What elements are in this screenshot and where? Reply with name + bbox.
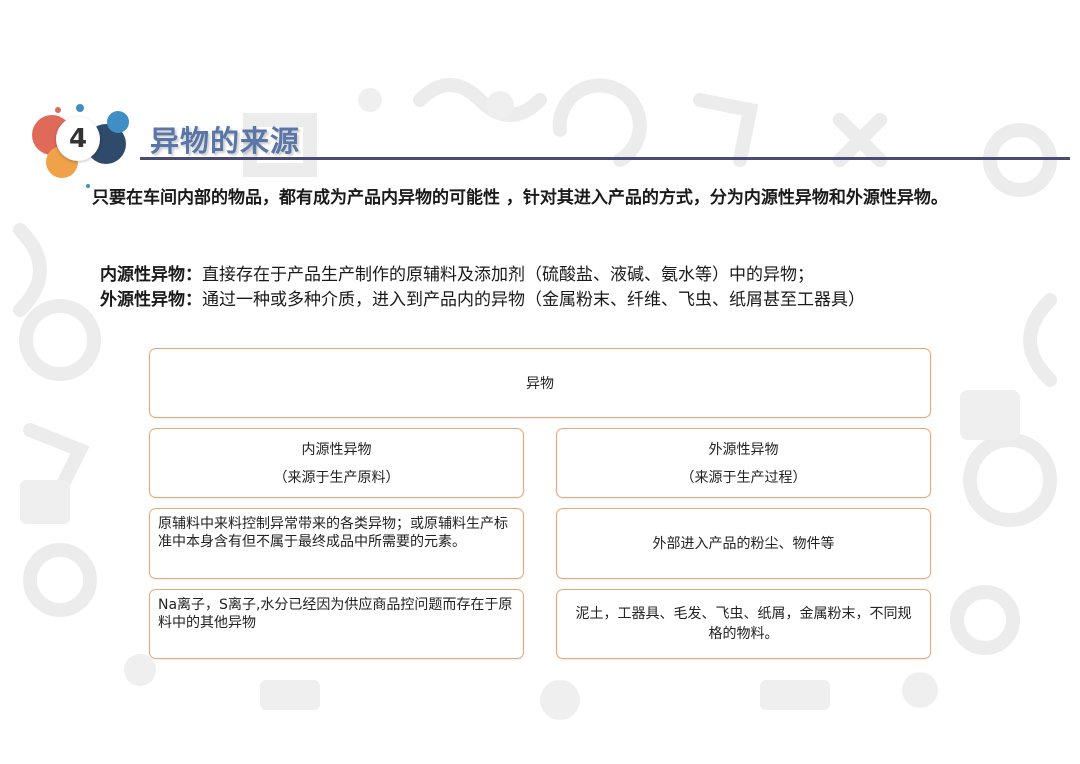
definition-term: 外源性异物：: [100, 290, 202, 310]
diagram-root-label: 异物: [526, 376, 554, 392]
definition-external: 外源性异物：通过一种或多种介质，进入到产品内的异物（金属粉末、纤维、飞虫、纸屑甚…: [100, 285, 865, 310]
external-description-box: 外部进入产品的粉尘、物件等: [556, 508, 931, 579]
definition-internal: 内源性异物：直接存在于产品生产制作的原辅料及添加剂（硫酸盐、液碱、氨水等）中的异…: [100, 260, 814, 285]
definition-term: 内源性异物：: [100, 265, 202, 285]
internal-title: 内源性异物: [301, 442, 372, 458]
internal-examples-box: Na离子，S离子,水分已经因为供应商品控问题而存在于原料中的其他异物: [149, 589, 524, 659]
section-title: 异物的来源: [150, 124, 301, 158]
internal-description-box: 原辅料中来料控制异常带来的各类异物；或原辅料生产标准中本身含有但不属于最终成品中…: [149, 508, 524, 579]
external-examples-box: 泥土，工器具、毛发、飞虫、纸屑，金属粉末，不同规格的物料。: [556, 589, 931, 659]
external-subtitle: （来源于生产过程）: [680, 470, 807, 486]
definition-text: 通过一种或多种介质，进入到产品内的异物（金属粉末、纤维、飞虫、纸屑甚至工器具）: [202, 290, 865, 310]
section-number: 4: [56, 117, 100, 161]
internal-category-box: 内源性异物 （来源于生产原料）: [149, 428, 524, 498]
internal-subtitle: （来源于生产原料）: [273, 470, 400, 486]
intro-paragraph: 只要在车间内部的物品，都有成为产品内异物的可能性 ，针对其进入产品的方式，分为内…: [92, 188, 948, 208]
diagram-root-box: 异物: [149, 348, 931, 418]
external-category-box: 外源性异物 （来源于生产过程）: [556, 428, 931, 498]
external-title: 外源性异物: [708, 442, 779, 458]
title-divider: [140, 157, 1070, 160]
definition-text: 直接存在于产品生产制作的原辅料及添加剂（硫酸盐、液碱、氨水等）中的异物；: [202, 265, 814, 285]
